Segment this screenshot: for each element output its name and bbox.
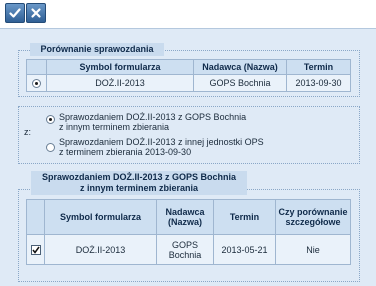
row-select-radio[interactable]: [32, 79, 41, 89]
checkmark-icon: [31, 246, 40, 254]
cell-symbol: DOŻ.II-2013: [46, 74, 194, 92]
column-header-symbol[interactable]: Symbol formularza: [44, 199, 157, 235]
other-reports-table: Symbol formularza Nadawca (Nazwa) Termin…: [26, 199, 351, 265]
comparison-legend: Porównanie sprawozdania: [30, 43, 164, 56]
option-other-unit-label[interactable]: Sprawozdaniem DOŻ.II-2013 z innej jednos…: [59, 137, 264, 157]
row-checkbox[interactable]: [30, 244, 41, 255]
check-icon: [9, 8, 21, 18]
cancel-button[interactable]: [26, 3, 46, 23]
cell-sender: GOPS Bochnia: [193, 74, 287, 92]
comparison-table: Symbol formularza Nadawca (Nazwa) Termin…: [26, 59, 351, 92]
option-other-unit-radio[interactable]: [46, 143, 55, 152]
column-header-sender[interactable]: Nadawca (Nazwa): [193, 59, 287, 75]
other-reports-legend: Sprawozdaniem DOŻ.II-2013 z GOPS Bochnia…: [31, 171, 247, 195]
column-header-symbol[interactable]: Symbol formularza: [46, 59, 194, 75]
cell-deadline: 2013-05-21: [213, 234, 276, 265]
close-icon: [31, 8, 41, 18]
cell-compared: Nie: [275, 234, 351, 265]
option-same-unit-label[interactable]: Sprawozdaniem DOŻ.II-2013 z GOPS Bochnia…: [59, 112, 246, 132]
column-header-sender[interactable]: Nadawca (Nazwa): [156, 199, 214, 235]
compare-with-label: z:: [24, 127, 32, 137]
table-row[interactable]: DOŻ.II-2013 GOPS Bochnia 2013-09-30: [26, 74, 351, 92]
column-header-deadline[interactable]: Termin: [213, 199, 276, 235]
option-same-unit-radio[interactable]: [46, 115, 55, 124]
cell-sender: GOPS Bochnia: [156, 234, 214, 265]
table-row[interactable]: DOŻ.II-2013 GOPS Bochnia 2013-05-21 Nie: [26, 234, 351, 265]
comparison-panel: Porównanie sprawozdania Symbol formularz…: [0, 28, 376, 286]
toolbar: [0, 0, 376, 28]
cell-symbol: DOŻ.II-2013: [44, 234, 157, 265]
column-header-compared[interactable]: Czy porównanie szczegółowe: [275, 199, 351, 235]
cell-deadline: 2013-09-30: [286, 74, 351, 92]
select-column-header: [26, 59, 47, 75]
check-column-header: [26, 199, 45, 235]
column-header-deadline[interactable]: Termin: [286, 59, 351, 75]
confirm-button[interactable]: [5, 3, 25, 23]
